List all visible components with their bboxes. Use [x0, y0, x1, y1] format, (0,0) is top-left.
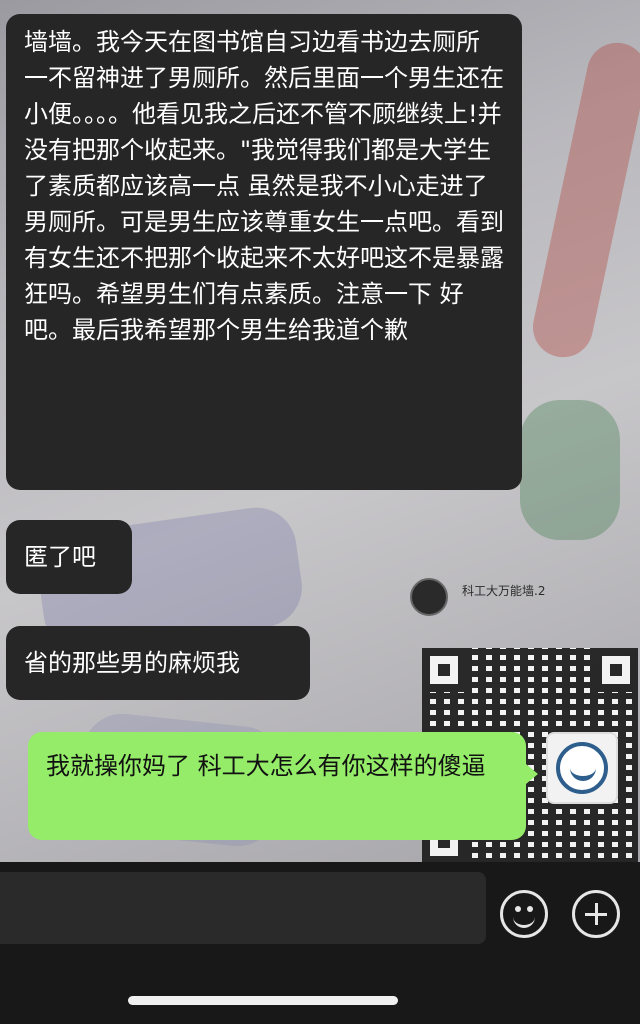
received-message[interactable]: 匿了吧: [6, 520, 132, 594]
qr-finder: [594, 648, 638, 692]
sent-message[interactable]: 我就操你妈了 科工大怎么有你这样的傻逼: [28, 732, 538, 840]
chat-area[interactable]: 科工大万能墙.2 墙墙。我今天在图书馆自习边看书边去厕所 一不留神进了男厕所。然…: [0, 0, 640, 862]
received-message[interactable]: 墙墙。我今天在图书馆自习边看书边去厕所 一不留神进了男厕所。然后里面一个男生还在…: [6, 14, 522, 490]
home-indicator[interactable]: [128, 996, 398, 1005]
plus-circle-icon[interactable]: [572, 890, 620, 938]
account-name: 科工大万能墙.2: [462, 584, 546, 598]
wallpaper-decoration: [520, 400, 620, 540]
eye: [527, 906, 533, 912]
plus-bar: [595, 903, 598, 925]
qr-finder: [422, 648, 466, 692]
message-input[interactable]: [0, 872, 486, 944]
account-logo-icon: [410, 578, 448, 616]
school-logo-icon: [556, 742, 608, 794]
smiley-icon[interactable]: [500, 890, 548, 938]
mouth: [513, 913, 535, 928]
wallpaper-decoration: [527, 37, 640, 363]
eye: [515, 906, 521, 912]
user-avatar[interactable]: [546, 732, 618, 804]
received-message[interactable]: 省的那些男的麻烦我: [6, 626, 310, 700]
